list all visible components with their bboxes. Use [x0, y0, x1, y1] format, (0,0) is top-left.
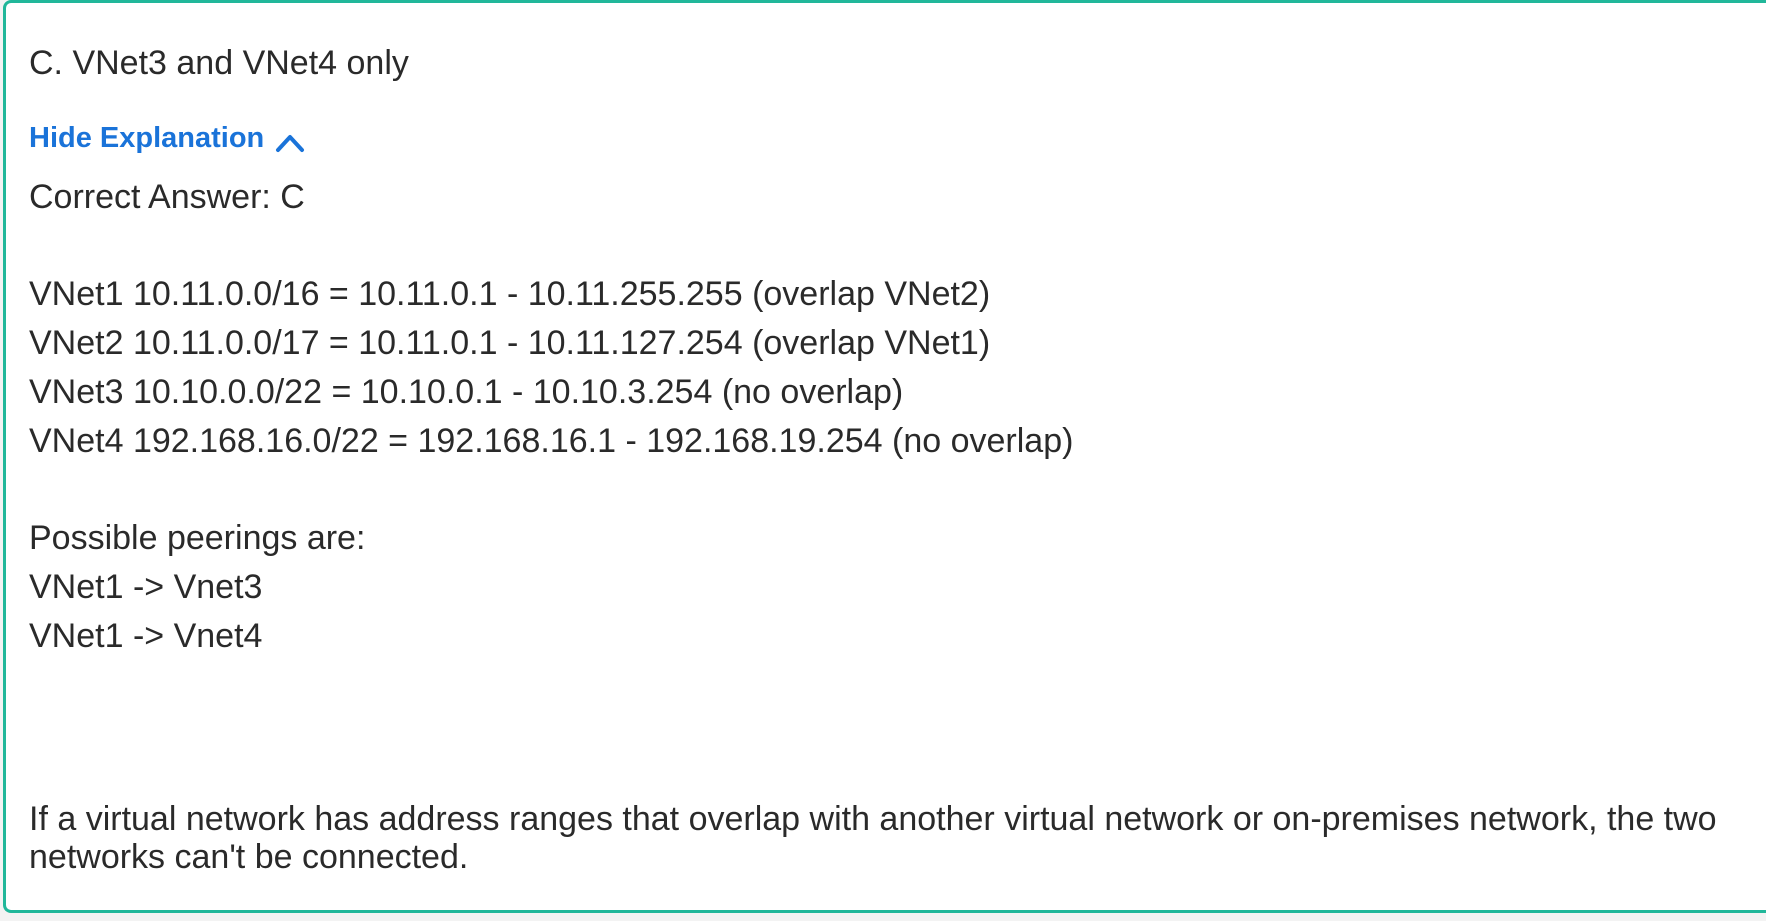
- range-line-vnet2: VNet2 10.11.0.0/17 = 10.11.0.1 - 10.11.1…: [29, 324, 991, 362]
- explanation-card: C. VNet3 and VNet4 only Hide Explanation…: [3, 0, 1766, 913]
- peering-item: VNet1 -> Vnet4: [29, 617, 263, 655]
- hide-explanation-button[interactable]: Hide Explanation: [29, 118, 306, 158]
- range-line-vnet4: VNet4 192.168.16.0/22 = 192.168.16.1 - 1…: [29, 422, 1074, 460]
- peering-item: VNet1 -> Vnet3: [29, 568, 263, 606]
- overlap-note: If a virtual network has address ranges …: [29, 800, 1717, 876]
- hide-explanation-label: Hide Explanation: [29, 122, 265, 154]
- chevron-up-icon: [274, 126, 306, 152]
- peerings-heading: Possible peerings are:: [29, 519, 366, 557]
- correct-answer: Correct Answer: C: [29, 178, 305, 216]
- range-line-vnet1: VNet1 10.11.0.0/16 = 10.11.0.1 - 10.11.2…: [29, 275, 991, 313]
- range-line-vnet3: VNet3 10.10.0.0/22 = 10.10.0.1 - 10.10.3…: [29, 373, 904, 411]
- answer-option: C. VNet3 and VNet4 only: [29, 44, 409, 82]
